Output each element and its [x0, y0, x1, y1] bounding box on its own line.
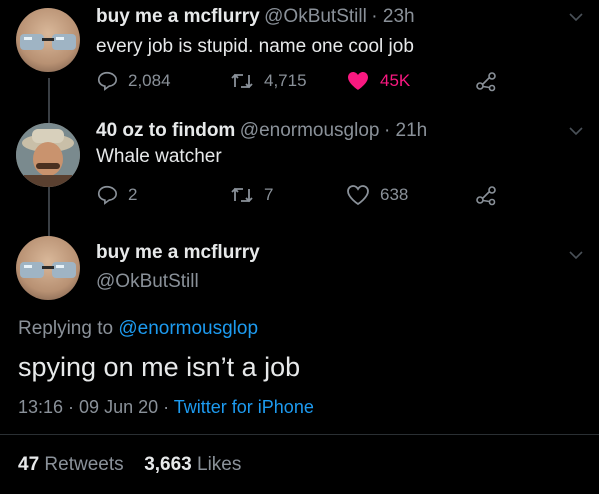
- display-name[interactable]: 40 oz to findom: [96, 120, 235, 141]
- retweet-icon: [231, 73, 253, 89]
- replying-to-handle[interactable]: @enormousglop: [118, 318, 258, 339]
- engagement-stats: 47 Retweets 3,663 Likes: [18, 454, 241, 476]
- like-label: Likes: [197, 454, 242, 475]
- heart-icon: [347, 185, 369, 206]
- reply-button[interactable]: 2,084: [96, 70, 171, 92]
- tweet-text: Whale watcher: [96, 146, 222, 167]
- handle[interactable]: @OkButStill: [264, 6, 367, 27]
- avatar[interactable]: [16, 123, 80, 187]
- retweet-label: Retweets: [44, 454, 124, 475]
- heart-icon: [348, 72, 368, 90]
- divider: [0, 434, 599, 435]
- tweet-header: buy me a mcflurry @OkButStill · 23h: [96, 6, 415, 28]
- display-name[interactable]: buy me a mcflurry: [96, 6, 260, 27]
- main-tweet-text: spying on me isn’t a job: [18, 352, 301, 382]
- share-icon: [476, 72, 496, 92]
- reply-icon: [97, 71, 117, 91]
- reply-count: 2,084: [128, 71, 171, 90]
- sunglasses-avatar-icon: [20, 262, 76, 278]
- retweet-button[interactable]: 4,715: [230, 70, 307, 92]
- retweet-icon: [231, 187, 253, 203]
- man-hat-avatar-icon: [16, 123, 80, 187]
- tweet-text: every job is stupid. name one cool job: [96, 36, 414, 57]
- retweet-button[interactable]: 7: [230, 184, 273, 206]
- share-icon: [476, 186, 496, 206]
- chevron-down-icon[interactable]: [568, 12, 584, 22]
- like-button[interactable]: 45K: [346, 70, 410, 92]
- tweet-meta: 13:16 · 09 Jun 20 · Twitter for iPhone: [18, 397, 314, 418]
- retweet-count: 7: [264, 185, 274, 204]
- share-button[interactable]: [474, 184, 498, 206]
- reply-count: 2: [128, 185, 138, 204]
- handle[interactable]: @OkButStill: [96, 271, 199, 293]
- like-count: 45K: [380, 71, 411, 90]
- like-count: 638: [380, 185, 409, 204]
- handle[interactable]: @enormousglop: [240, 120, 380, 141]
- replying-prefix: Replying to: [18, 318, 119, 339]
- replying-to: Replying to @enormousglop: [18, 318, 258, 340]
- tweet-time[interactable]: · 21h: [384, 120, 427, 141]
- reply-button[interactable]: 2: [96, 184, 137, 206]
- avatar[interactable]: [16, 8, 80, 72]
- reply-icon: [97, 185, 117, 205]
- avatar[interactable]: [16, 236, 80, 300]
- retweet-total: 47: [18, 454, 40, 475]
- tweet-source[interactable]: Twitter for iPhone: [174, 397, 314, 417]
- chevron-down-icon[interactable]: [568, 126, 584, 136]
- like-stat[interactable]: 3,663 Likes: [144, 454, 241, 475]
- sunglasses-avatar-icon: [20, 34, 76, 50]
- tweet-header: 40 oz to findom @enormousglop · 21h: [96, 120, 427, 142]
- tweet-timestamp[interactable]: 13:16 · 09 Jun 20 ·: [18, 397, 174, 417]
- like-button[interactable]: 638: [346, 184, 408, 206]
- chevron-down-icon[interactable]: [568, 250, 584, 260]
- tweet-time[interactable]: · 23h: [371, 6, 414, 27]
- retweet-count: 4,715: [264, 71, 307, 90]
- like-total: 3,663: [144, 454, 192, 475]
- display-name[interactable]: buy me a mcflurry: [96, 242, 260, 264]
- retweet-stat[interactable]: 47 Retweets: [18, 454, 124, 475]
- share-button[interactable]: [474, 70, 498, 92]
